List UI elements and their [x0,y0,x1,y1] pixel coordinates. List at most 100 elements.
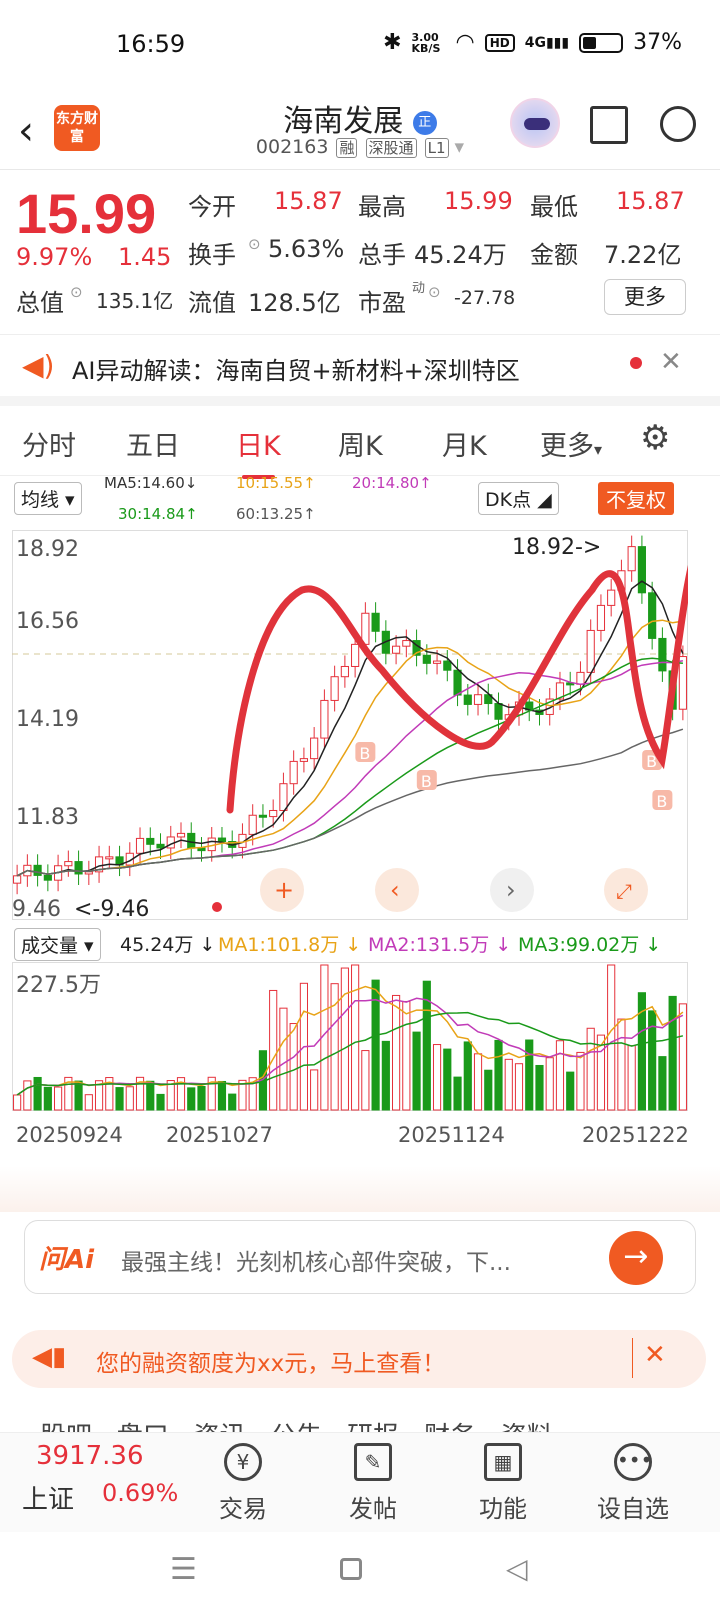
amount-label: 金额 [530,241,578,269]
back-nav-icon[interactable]: ◁ [506,1552,528,1585]
candle-body [156,843,165,849]
info-icon[interactable]: ⊙ [70,283,83,301]
pe-value: -27.78 [454,287,516,309]
candle-body [637,546,646,594]
volume-bar [576,1051,585,1111]
turnover-value: 5.63% [268,235,345,263]
y-tick: 16.56 [16,609,79,634]
volume-bar [432,1044,442,1111]
candle-body [299,758,308,762]
battery-level: 37% [633,30,682,55]
dk-point-button[interactable]: DK点 ◢ [478,482,559,515]
volume-bar [228,1093,237,1111]
candle-body [289,760,298,785]
yen-icon: ¥ [224,1443,262,1481]
high-value: 15.99 [444,187,513,215]
adjust-toggle[interactable]: 不复权 [598,482,674,515]
ma5-value: MA5:14.60↓ [104,474,198,492]
info-icon[interactable]: ⊙ [248,235,261,253]
candle-body [258,814,268,818]
candle-body [248,814,257,835]
tab-more[interactable]: 更多▾ [540,424,602,463]
candle-body [443,660,452,671]
candle-body [43,874,52,881]
candle-body [64,861,73,867]
info-icon[interactable]: ⊙ [428,283,441,301]
candle-body [463,694,472,705]
nav-post[interactable]: ✎ 发帖 [318,1443,428,1524]
tab-weekly-k[interactable]: 周K [338,424,383,463]
battery-icon [579,32,624,53]
volume-bar [33,1076,42,1111]
volume-bar [504,1058,513,1111]
volume-bar [392,994,401,1111]
tab-monthly-k[interactable]: 月K [442,424,487,463]
ask-ai-box[interactable]: 问Ai 最强主线！光刻机核心部件突破，下... → [24,1220,696,1294]
pe-superscript: 动 [412,281,426,296]
share-icon[interactable] [590,106,628,144]
settings-icon[interactable]: ⚙ [640,418,670,458]
net-speed: 3.00 KB/S [411,30,441,55]
content-tabs-peek[interactable]: 股吧 盘口 资讯 公告 研报 财务 资料 [0,1396,720,1436]
clock: 16:59 [116,30,186,58]
speaker-icon: ◀) [22,349,55,382]
close-icon[interactable]: ✕ [644,1340,666,1370]
candle-body [607,589,616,606]
menu-icon[interactable]: ☰ [170,1552,197,1587]
volume-bar [289,1023,298,1111]
volume-bar [197,1085,206,1111]
tag-level: L1 [424,138,449,158]
volume-bar [74,1080,83,1111]
volume-bar [514,1063,524,1111]
volume-bar [146,1080,155,1111]
nav-trade[interactable]: ¥ 交易 [188,1443,298,1524]
ai-insight-bar[interactable]: ◀) AI异动解读：海南自贸+新材料+深圳特区 ✕ [0,334,720,406]
margin-promo-banner[interactable]: ◀▮ 您的融资额度为xx元，马上查看！ ✕ [12,1330,706,1388]
home-icon[interactable] [340,1558,362,1580]
candle-body [422,654,431,664]
expand-icon: ⤢ [616,879,632,903]
tab-daily-k[interactable]: 日K [236,424,281,479]
edit-icon: ✎ [354,1443,392,1481]
vol-ma3: MA3:99.02万 ↓ [518,934,662,956]
y-tick: 18.92 [16,537,79,562]
volume-bar [54,1086,63,1111]
indicator-selector[interactable]: 成交量 ▾ [14,928,101,961]
candle-body [586,629,595,673]
candle-body [176,832,186,838]
ma30-value: 30:14.84↑ [118,505,198,523]
nav-add-watch[interactable]: ••• 设自选 [578,1443,688,1524]
ma-selector[interactable]: 均线 ▾ [14,482,82,515]
search-icon[interactable] [660,106,696,142]
volume-bar [381,1040,390,1111]
index-value[interactable]: 3917.36 [36,1441,144,1471]
tab-five-day[interactable]: 五日 [126,424,180,463]
candle-body [351,643,360,667]
index-change[interactable]: 0.69% [102,1479,178,1507]
candle-body [494,703,503,720]
volume-chart[interactable]: 227.5万 20250924 20251027 20251124 202512… [12,962,688,1162]
current-price: 15.99 [16,182,157,245]
current-dot [212,902,222,912]
tab-intraday[interactable]: 分时 [22,424,76,463]
candle-body [596,604,606,631]
volume-bar [412,1031,421,1111]
volume-bar [473,1053,483,1111]
candle-body [678,656,687,710]
arrow-right-icon[interactable]: → [609,1231,663,1285]
more-quote-button[interactable]: 更多 [604,279,686,315]
change-amount: 1.45 [118,243,172,271]
volume-bar [525,1039,534,1111]
volume-bar [84,1094,93,1111]
candle-body [402,640,411,647]
grid-icon: ▦ [484,1443,522,1481]
close-icon[interactable]: ✕ [660,347,682,377]
ai-robot-icon[interactable] [510,98,560,148]
candle-body [217,837,227,843]
stock-header: ‹ 东方财富 海南发展 正 002163 融 深股通 L1 ▾ [0,90,720,170]
kline-chart[interactable]: 18.92 16.56 14.19 11.83 9.46 18.92-> <-9… [12,530,688,920]
volume-bar [217,1080,227,1111]
nav-functions[interactable]: ▦ 功能 [448,1443,558,1524]
index-name[interactable]: 上证 [22,1479,74,1516]
dropdown-icon[interactable]: ▾ [455,136,465,158]
